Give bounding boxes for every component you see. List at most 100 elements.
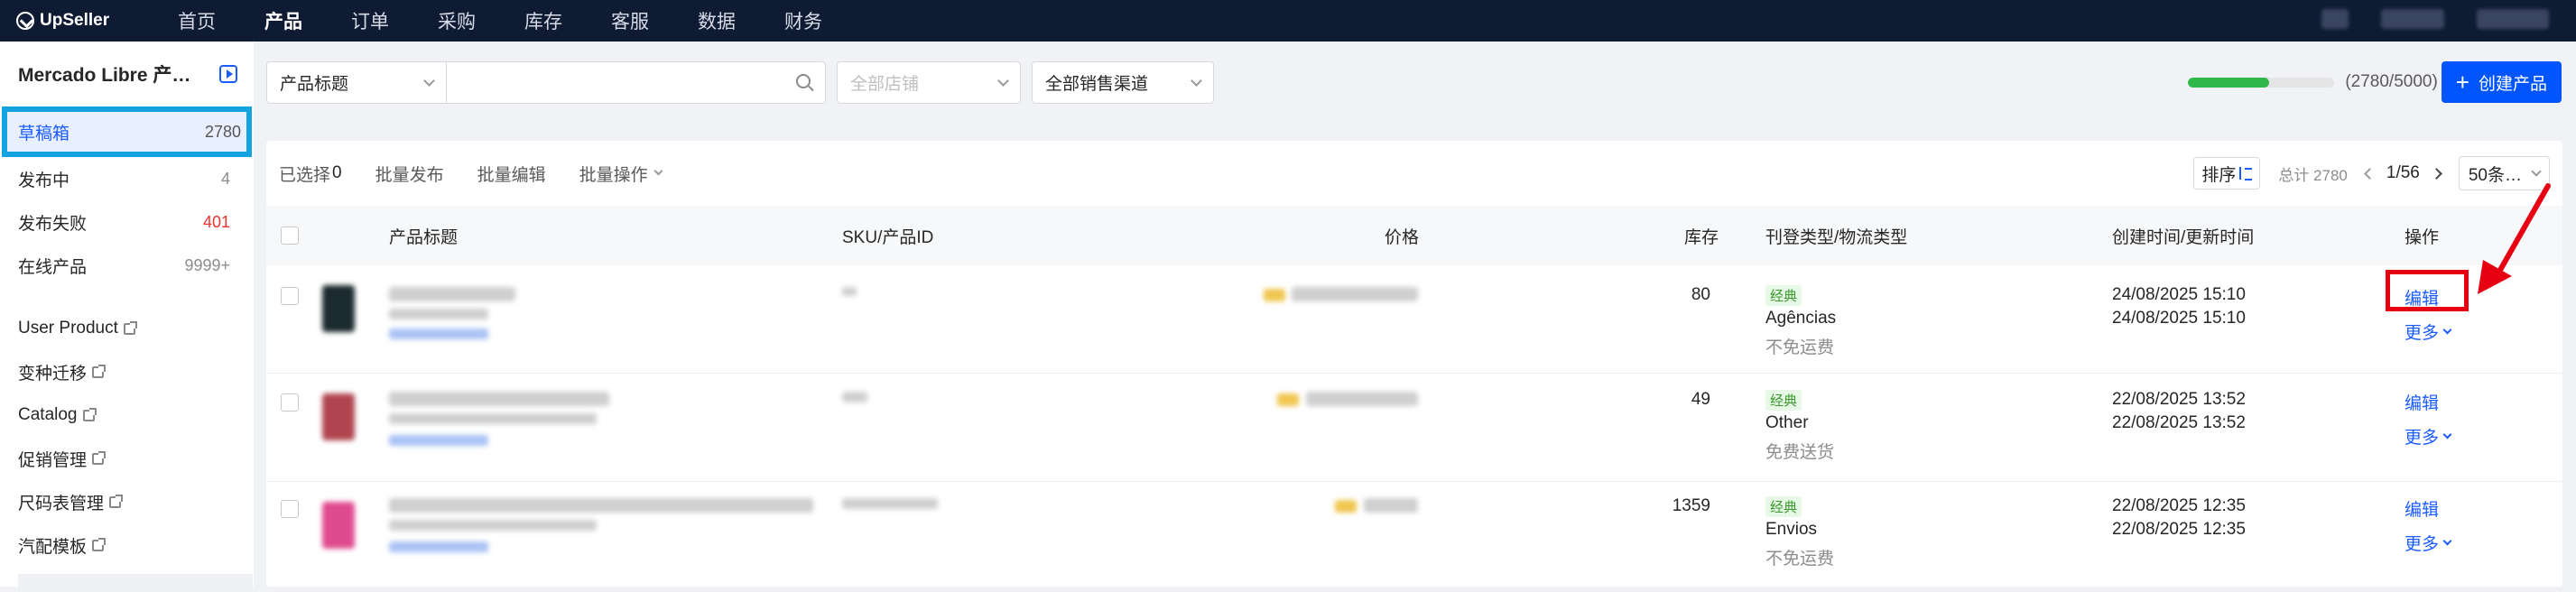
sidebar-link-user-product[interactable]: User Product [0, 307, 254, 350]
create-product-button[interactable]: + 创建产品 [2441, 61, 2562, 103]
batch-edit-button[interactable]: 批量编辑 [477, 162, 546, 186]
prev-page-icon[interactable] [2364, 167, 2376, 180]
sidebar-next-item[interactable] [18, 574, 253, 592]
sku-redacted [842, 392, 867, 402]
sidebar-item-publishing[interactable]: 发布中 4 [0, 157, 254, 200]
batch-ops-dropdown[interactable]: 批量操作 [579, 162, 663, 186]
column-time: 创建时间/更新时间 [2112, 227, 2255, 247]
price-redacted [1306, 392, 1418, 406]
nav-inventory[interactable]: 库存 [500, 7, 587, 34]
more-dropdown[interactable]: 更多 [2405, 531, 2452, 555]
sidebar-link-catalog[interactable]: Catalog [0, 393, 254, 437]
sidebar-item-failed[interactable]: 发布失败 401 [0, 200, 254, 244]
sidebar-link-auto-parts[interactable]: 汽配模板 [0, 523, 254, 567]
sku-redacted [842, 498, 938, 509]
main-content: 产品标题 全部店铺 全部销售渠道 (2780/5000) + 创建产品 已选择 0 [254, 42, 2576, 590]
main-nav: 首页 产品 订单 采购 库存 客服 数据 财务 [153, 7, 847, 34]
nav-data[interactable]: 数据 [673, 7, 760, 34]
chevron-down-icon [423, 74, 435, 87]
more-label: 更多 [2405, 324, 2440, 343]
price-flag-icon [1335, 500, 1357, 513]
callout-arrow-icon [2478, 183, 2551, 294]
product-variants-redacted[interactable] [389, 435, 488, 446]
switch-shop-icon[interactable] [219, 65, 237, 83]
sidebar-item-online[interactable]: 在线产品 9999+ [0, 244, 254, 287]
product-variants-redacted[interactable] [389, 328, 488, 339]
create-product-label: 创建产品 [2478, 74, 2547, 94]
sidebar-item-count: 9999+ [184, 255, 230, 274]
store-select[interactable]: 全部店铺 [837, 61, 1021, 104]
nav-finance[interactable]: 财务 [760, 7, 847, 34]
table-header: 产品标题 SKU/产品ID 价格 库存 刊登类型/物流类型 创建时间/更新时间 … [266, 206, 2562, 265]
edit-button[interactable]: 编辑 [2405, 496, 2439, 521]
sidebar-item-count: 2780 [204, 122, 241, 141]
upseller-logo[interactable]: UpSeller [16, 11, 153, 31]
stock-value: 80 [1691, 285, 1710, 304]
sidebar-item-drafts[interactable]: 草稿箱 2780 [2, 106, 252, 157]
notification-icon[interactable] [2321, 9, 2349, 29]
row-checkbox[interactable] [281, 287, 299, 305]
account-area [2321, 9, 2549, 29]
sort-button[interactable]: 排序 [2193, 157, 2261, 190]
row-checkbox[interactable] [281, 393, 299, 412]
row-checkbox[interactable] [281, 500, 299, 518]
column-action: 操作 [2405, 227, 2440, 247]
channel-select-value: 全部销售渠道 [1045, 75, 1149, 94]
edit-button[interactable]: 编辑 [2405, 390, 2439, 414]
product-variants-redacted[interactable] [389, 541, 488, 552]
nav-customer-service[interactable]: 客服 [587, 7, 673, 34]
sidebar-link-promotions[interactable]: 促销管理 [0, 437, 254, 480]
product-title-redacted[interactable] [389, 498, 813, 513]
sidebar-link-label: 变种迁移 [18, 364, 88, 384]
sidebar-link-variant-migration[interactable]: 变种迁移 [0, 350, 254, 393]
page-indicator: 1/56 [2386, 163, 2420, 182]
created-time: 22/08/2025 12:35 [2112, 496, 2246, 515]
table-toolbar: 已选择 0 批量发布 批量编辑 批量操作 排序 总计 2780 1/56 50条… [266, 141, 2562, 206]
sort-label: 排序 [2201, 165, 2237, 185]
chevron-down-icon [653, 166, 663, 176]
search-icon[interactable] [796, 74, 811, 88]
next-page-icon[interactable] [2430, 167, 2442, 180]
external-link-icon [92, 364, 107, 378]
product-subtitle-redacted [389, 309, 488, 319]
shipping-type: 不免运费 [1765, 550, 1835, 569]
nav-products[interactable]: 产品 [240, 7, 327, 34]
sidebar-link-label: Catalog [18, 405, 78, 424]
sidebar-item-label: 发布失败 [18, 214, 88, 234]
nav-home[interactable]: 首页 [153, 7, 240, 34]
search-input[interactable] [447, 62, 825, 103]
product-title-redacted[interactable] [389, 287, 515, 301]
chevron-down-icon [2531, 165, 2542, 177]
chevron-down-icon [997, 74, 1009, 87]
user-menu[interactable] [2477, 9, 2549, 29]
batch-ops-label: 批量操作 [579, 165, 648, 185]
logistics-type: Envios [1765, 520, 1818, 539]
nav-purchase[interactable]: 采购 [413, 7, 500, 34]
listing-type-badge: 经典 [1765, 390, 1802, 411]
chevron-down-icon [2442, 325, 2452, 335]
sidebar-item-label: 草稿箱 [18, 124, 70, 143]
shipping-type: 不免运费 [1765, 338, 1835, 357]
select-all-checkbox[interactable] [281, 227, 299, 245]
quota-text: (2780/5000) [2345, 72, 2438, 91]
more-dropdown[interactable]: 更多 [2405, 319, 2452, 344]
sort-icon [2239, 167, 2253, 180]
total-count: 总计 2780 [2278, 166, 2348, 184]
more-dropdown[interactable]: 更多 [2405, 424, 2452, 449]
batch-publish-button[interactable]: 批量发布 [375, 162, 444, 186]
more-label: 更多 [2405, 535, 2440, 554]
sidebar-link-size-chart[interactable]: 尺码表管理 [0, 480, 254, 523]
search-field-select[interactable]: 产品标题 [266, 61, 447, 104]
product-thumbnail [322, 285, 355, 332]
quota-progress-fill [2188, 77, 2270, 88]
created-time: 24/08/2025 15:10 [2112, 285, 2246, 304]
plus-icon: + [2455, 69, 2469, 96]
channel-select[interactable]: 全部销售渠道 [1032, 61, 1214, 104]
shop-title: Mercado Libre 产… [18, 65, 191, 86]
nav-orders[interactable]: 订单 [327, 7, 413, 34]
product-thumbnail [322, 502, 355, 549]
product-title-redacted[interactable] [389, 392, 609, 406]
app-name: UpSeller [40, 11, 110, 30]
account-info[interactable] [2381, 9, 2444, 29]
search-field-value: 产品标题 [280, 75, 349, 94]
